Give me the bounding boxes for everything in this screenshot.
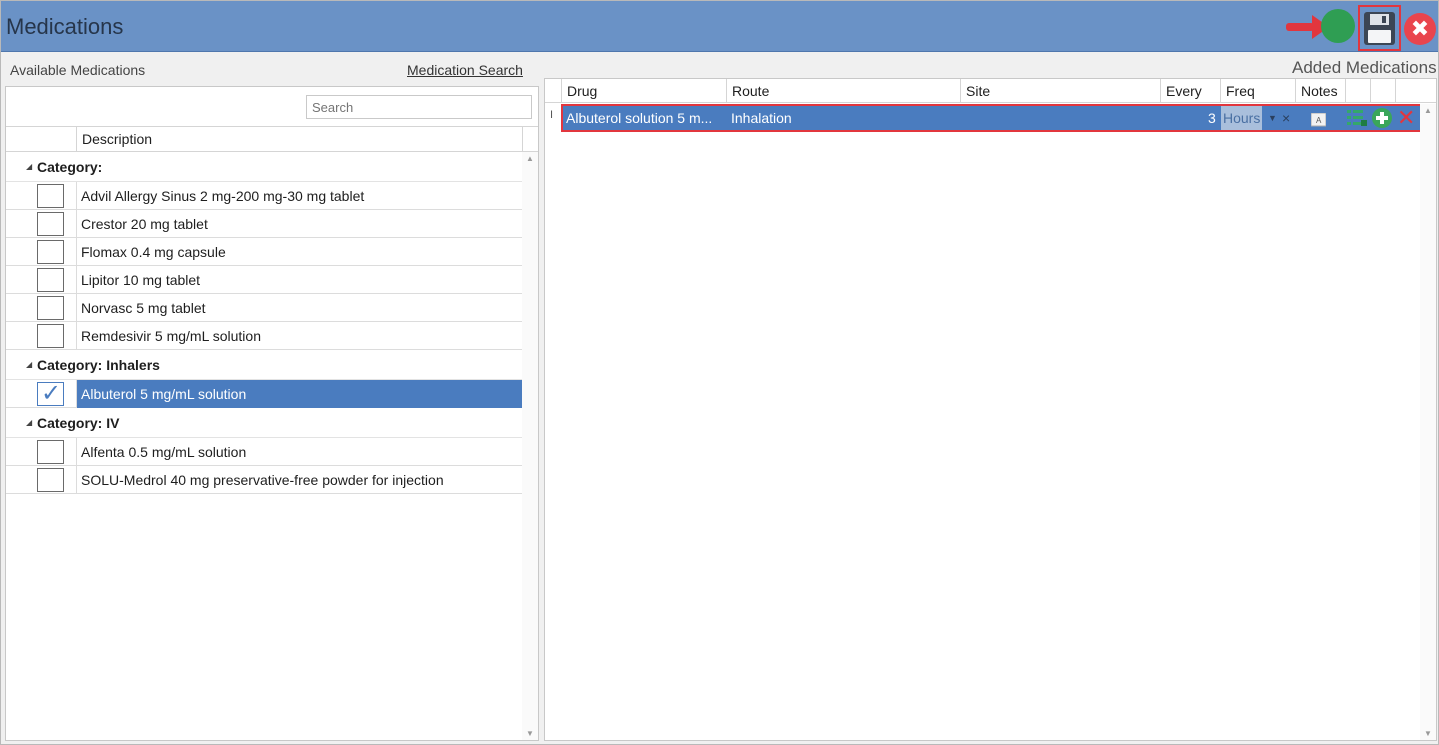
title-bar: Medications ✖ [1,1,1438,52]
item-label: Alfenta 0.5 mg/mL solution [76,438,522,466]
list-item[interactable]: Advil Allergy Sinus 2 mg-200 mg-30 mg ta… [6,182,522,210]
clear-icon[interactable]: × [1282,106,1290,130]
checkbox[interactable] [37,324,64,348]
category-row[interactable]: ◢ Category: [6,152,522,182]
added-medications-heading: Added Medications [1292,58,1437,77]
grid-header: Description [6,126,538,152]
item-label: Advil Allergy Sinus 2 mg-200 mg-30 mg ta… [76,182,522,210]
checkbox-checked[interactable] [37,379,64,408]
save-button[interactable] [1358,5,1401,51]
checkbox[interactable] [37,440,64,464]
chevron-down-icon[interactable]: ▼ [1268,106,1277,130]
category-row[interactable]: ◢ Category: Inhalers [6,350,522,380]
added-medications-panel: Drug Route Site Every Freq Notes I Albut… [544,78,1437,741]
list-item[interactable]: Remdesivir 5 mg/mL solution [6,322,522,350]
medication-list: ◢ Category: Advil Allergy Sinus 2 mg-200… [6,152,522,494]
svg-text:A: A [1316,116,1322,125]
available-medications-heading: Available Medications [10,62,146,78]
search-input[interactable] [306,95,532,119]
item-label: Crestor 20 mg tablet [76,210,522,238]
column-route[interactable]: Route [726,79,960,103]
close-icon: ✖ [1410,16,1430,41]
left-scrollbar[interactable]: ▲ ▼ [522,152,538,740]
list-item-selected[interactable]: Albuterol 5 mg/mL solution [6,379,522,408]
details-icon[interactable] [1347,109,1367,134]
category-row[interactable]: ◢ Category: IV [6,408,522,438]
checkbox[interactable] [37,468,64,492]
column-notes[interactable]: Notes [1295,79,1345,103]
item-label: SOLU-Medrol 40 mg preservative-free powd… [76,466,522,494]
medication-search-link[interactable]: Medication Search [407,62,523,78]
list-item[interactable]: SOLU-Medrol 40 mg preservative-free powd… [6,466,522,494]
save-icon [1364,12,1395,45]
category-label: Category: IV [37,415,120,431]
close-button[interactable]: ✖ [1404,13,1436,45]
column-drug[interactable]: Drug [561,79,726,103]
list-item[interactable]: Alfenta 0.5 mg/mL solution [6,438,522,466]
list-item[interactable]: Lipitor 10 mg tablet [6,266,522,294]
column-site[interactable]: Site [960,79,1160,103]
row-indicator: I [550,109,554,121]
route-cell[interactable]: Inhalation [731,106,792,130]
collapse-triangle-icon[interactable]: ◢ [26,408,32,438]
list-item[interactable]: Crestor 20 mg tablet [6,210,522,238]
drug-cell[interactable]: Albuterol solution 5 m... [566,106,712,130]
item-label: Lipitor 10 mg tablet [76,266,522,294]
scroll-up-icon[interactable]: ▲ [526,154,534,163]
freq-select[interactable]: Hours [1221,106,1263,130]
list-item[interactable]: Flomax 0.4 mg capsule [6,238,522,266]
grid-header: Drug Route Site Every Freq Notes [545,79,1436,103]
every-cell[interactable]: 3 [1208,106,1216,130]
available-medications-panel: Description ◢ Category: Advil Allergy Si… [5,86,539,741]
column-description[interactable]: Description [76,127,522,151]
green-action-button[interactable] [1321,9,1355,43]
checkbox[interactable] [37,296,64,320]
column-freq[interactable]: Freq [1220,79,1295,103]
list-item[interactable]: Norvasc 5 mg tablet [6,294,522,322]
right-scrollbar[interactable]: ▲ ▼ [1420,104,1436,740]
collapse-triangle-icon[interactable]: ◢ [26,350,32,380]
item-label: Flomax 0.4 mg capsule [76,238,522,266]
add-icon[interactable] [1372,108,1392,135]
item-label: Norvasc 5 mg tablet [76,294,522,322]
checkbox[interactable] [37,184,64,208]
checkbox[interactable] [37,268,64,292]
category-label: Category: Inhalers [37,357,160,373]
medications-window: Medications ✖ Available Medications Medi… [0,0,1439,745]
checkbox[interactable] [37,212,64,236]
item-label: Albuterol 5 mg/mL solution [76,380,522,408]
collapse-triangle-icon[interactable]: ◢ [26,152,32,182]
item-label: Remdesivir 5 mg/mL solution [76,322,522,350]
added-medication-row[interactable]: Albuterol solution 5 m... Inhalation 3 H… [561,104,1423,132]
window-title: Medications [6,14,124,39]
category-label: Category: [37,159,103,175]
scroll-down-icon[interactable]: ▼ [526,729,534,738]
remove-icon[interactable]: ✕ [1397,107,1415,129]
column-every[interactable]: Every [1160,79,1220,103]
scroll-up-icon[interactable]: ▲ [1424,106,1432,115]
notes-icon[interactable]: A [1310,110,1327,134]
checkbox[interactable] [37,240,64,264]
scroll-down-icon[interactable]: ▼ [1424,729,1432,738]
